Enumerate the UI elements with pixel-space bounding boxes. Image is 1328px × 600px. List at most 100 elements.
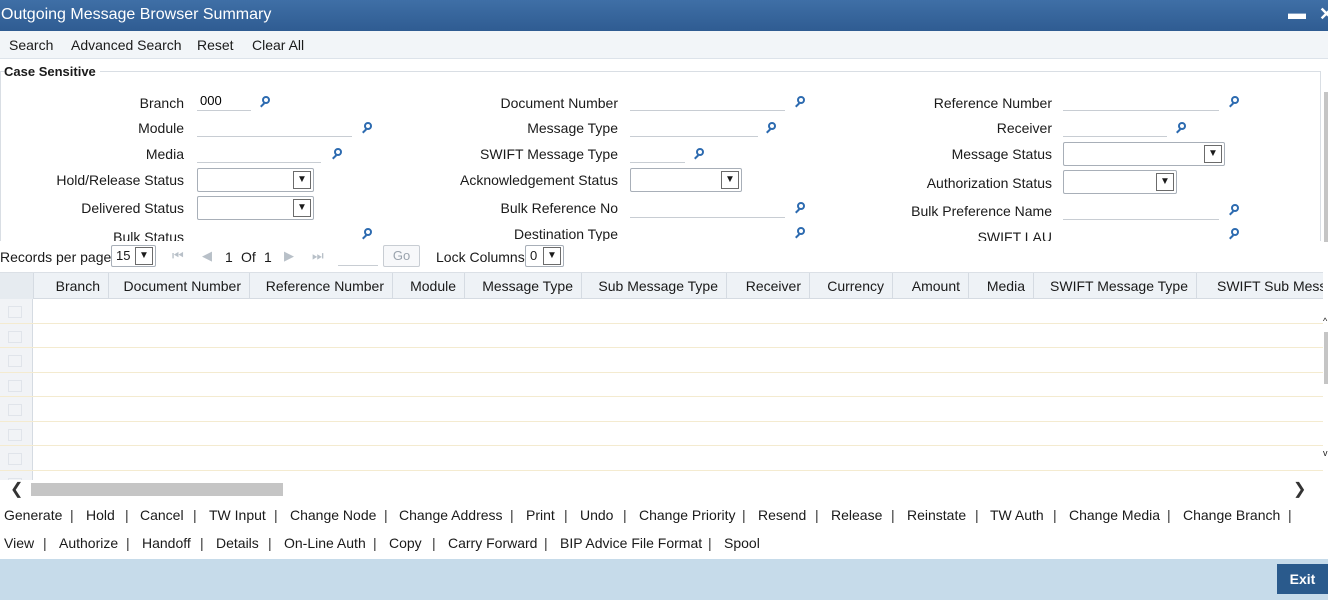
media-search-icon[interactable] — [331, 148, 345, 162]
row-select[interactable] — [0, 323, 33, 347]
undo-button[interactable]: Undo — [580, 507, 613, 523]
online-auth-button[interactable]: On-Line Auth — [284, 535, 366, 551]
view-button[interactable]: View — [4, 535, 34, 551]
col-header[interactable]: Branch — [33, 273, 108, 299]
resend-button[interactable]: Resend — [758, 507, 806, 523]
row-select[interactable] — [0, 421, 33, 445]
table-row[interactable] — [0, 421, 1323, 446]
delivered-status-select[interactable]: ▼ — [197, 196, 314, 220]
next-page-icon[interactable]: ▶ — [284, 248, 294, 264]
media-input[interactable] — [197, 143, 321, 163]
row-select[interactable] — [0, 446, 33, 470]
records-per-page-select[interactable]: 15 ▼ — [111, 245, 156, 267]
row-select[interactable] — [0, 397, 33, 421]
col-header[interactable]: Currency — [809, 273, 892, 299]
branch-search-icon[interactable] — [259, 96, 273, 110]
table-row[interactable] — [0, 299, 1323, 324]
cancel-button[interactable]: Cancel — [140, 507, 184, 523]
change-media-button[interactable]: Change Media — [1069, 507, 1160, 523]
scroll-thumb[interactable] — [31, 483, 283, 496]
vertical-scrollbar[interactable]: ^ v — [1322, 60, 1328, 480]
bulk-reference-no-search-icon[interactable] — [794, 202, 808, 216]
bulk-preference-name-search-icon[interactable] — [1228, 204, 1242, 218]
row-select[interactable] — [0, 299, 33, 323]
table-row[interactable] — [0, 397, 1323, 422]
last-page-icon[interactable]: ⏭ — [312, 248, 324, 264]
scroll-right-icon[interactable]: ❯ — [1293, 479, 1306, 499]
scroll-left-icon[interactable]: ❮ — [10, 479, 23, 499]
swift-lau-search-icon[interactable] — [1228, 228, 1242, 241]
grid-scroll-thumb[interactable] — [1324, 332, 1328, 384]
go-button[interactable]: Go — [383, 245, 420, 267]
carry-forward-button[interactable]: Carry Forward — [448, 535, 537, 551]
branch-input[interactable] — [197, 91, 251, 111]
horizontal-scrollbar[interactable]: ❮ ❯ — [0, 479, 1328, 499]
generate-button[interactable]: Generate — [4, 507, 62, 523]
col-header[interactable]: Amount — [892, 273, 968, 299]
clear-all-button[interactable]: Clear All — [252, 37, 304, 53]
row-select[interactable] — [0, 348, 33, 372]
col-header[interactable]: Reference Number — [249, 273, 392, 299]
table-row[interactable] — [0, 348, 1323, 373]
table-row[interactable] — [0, 446, 1323, 471]
message-type-input[interactable] — [630, 117, 758, 137]
previous-page-icon[interactable]: ◀ — [202, 248, 212, 264]
first-page-icon[interactable]: ⏮ — [172, 248, 184, 264]
table-row[interactable] — [0, 372, 1323, 397]
bip-advice-file-format-button[interactable]: BIP Advice File Format — [560, 535, 702, 551]
receiver-search-icon[interactable] — [1175, 122, 1189, 136]
document-number-search-icon[interactable] — [794, 96, 808, 110]
row-select[interactable] — [0, 372, 33, 396]
reference-number-input[interactable] — [1063, 91, 1219, 111]
bulk-reference-no-input[interactable] — [630, 198, 785, 218]
print-button[interactable]: Print — [526, 507, 555, 523]
scroll-down-icon[interactable]: v — [1323, 448, 1328, 458]
exit-button[interactable]: Exit — [1277, 564, 1328, 594]
details-button[interactable]: Details — [216, 535, 259, 551]
change-address-button[interactable]: Change Address — [399, 507, 503, 523]
select-all-cell[interactable] — [0, 273, 33, 299]
table-row[interactable] — [0, 323, 1323, 348]
col-header[interactable]: Module — [392, 273, 464, 299]
swift-message-type-input[interactable] — [630, 143, 685, 163]
message-status-select[interactable]: ▼ — [1063, 142, 1225, 166]
change-branch-button[interactable]: Change Branch — [1183, 507, 1280, 523]
reinstate-button[interactable]: Reinstate — [907, 507, 966, 523]
scroll-up-icon[interactable]: ^ — [1323, 316, 1327, 326]
advanced-search-button[interactable]: Advanced Search — [71, 37, 182, 53]
destination-type-search-icon[interactable] — [794, 227, 808, 241]
spool-button[interactable]: Spool — [724, 535, 760, 551]
authorization-status-select[interactable]: ▼ — [1063, 170, 1177, 194]
module-search-icon[interactable] — [361, 122, 375, 136]
search-button[interactable]: Search — [9, 37, 53, 53]
handoff-button[interactable]: Handoff — [142, 535, 191, 551]
lock-columns-select[interactable]: 0 ▼ — [525, 245, 564, 267]
swift-lau-input[interactable] — [1063, 224, 1219, 241]
change-node-button[interactable]: Change Node — [290, 507, 376, 523]
bulk-preference-name-input[interactable] — [1063, 200, 1219, 220]
swift-message-type-search-icon[interactable] — [693, 148, 707, 162]
hold-button[interactable]: Hold — [86, 507, 115, 523]
copy-button[interactable]: Copy — [389, 535, 422, 551]
minimize-icon[interactable]: ▬ — [1288, 3, 1306, 24]
receiver-input[interactable] — [1063, 117, 1167, 137]
col-header[interactable]: Receiver — [726, 273, 809, 299]
module-input[interactable] — [197, 117, 352, 137]
close-icon[interactable]: ✕ — [1319, 4, 1328, 25]
table-row[interactable] — [0, 470, 1323, 480]
acknowledgement-status-select[interactable]: ▼ — [630, 168, 742, 192]
col-header[interactable]: Sub Message Type — [581, 273, 726, 299]
message-type-search-icon[interactable] — [765, 122, 779, 136]
bulk-status-search-icon[interactable] — [361, 228, 375, 241]
scroll-thumb[interactable] — [1324, 92, 1328, 242]
tw-auth-button[interactable]: TW Auth — [990, 507, 1044, 523]
col-header[interactable]: Message Type — [464, 273, 581, 299]
bulk-status-input[interactable] — [197, 224, 352, 241]
destination-type-input[interactable] — [630, 223, 785, 241]
goto-page-input[interactable] — [338, 246, 378, 266]
hold-release-status-select[interactable]: ▼ — [197, 168, 314, 192]
document-number-input[interactable] — [630, 91, 785, 111]
reset-button[interactable]: Reset — [197, 37, 234, 53]
col-header[interactable]: SWIFT Message Type — [1033, 273, 1196, 299]
col-header[interactable]: SWIFT Sub Mess — [1196, 273, 1323, 299]
